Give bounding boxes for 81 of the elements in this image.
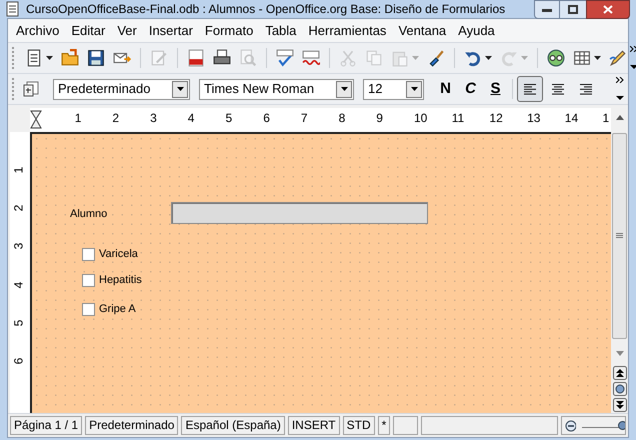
- menu-item[interactable]: Herramientas: [302, 20, 392, 40]
- minimize-button[interactable]: [534, 0, 560, 19]
- overflow-icon[interactable]: [630, 46, 636, 70]
- ruler-number: 8: [338, 111, 346, 125]
- undo-icon[interactable]: [464, 49, 482, 67]
- align-left-icon[interactable]: [517, 76, 543, 102]
- indent-marker-icon[interactable]: [30, 110, 42, 130]
- italic-button[interactable]: C: [458, 77, 483, 101]
- menu-item[interactable]: Editar: [65, 20, 112, 40]
- dropdown-arrow-icon: [410, 87, 418, 91]
- ruler-number: 5: [226, 111, 232, 125]
- document-icon: [6, 1, 20, 17]
- previous-page-icon[interactable]: [612, 366, 626, 380]
- close-icon: [603, 5, 613, 14]
- ruler-number: 3: [150, 111, 157, 125]
- status-field: STD: [342, 416, 375, 435]
- field-label: Alumno: [70, 207, 108, 222]
- font-size-dropdown[interactable]: 12: [363, 78, 424, 100]
- ruler-number: 3: [12, 243, 24, 250]
- status-field: Predeterminado: [85, 416, 178, 435]
- document-icon[interactable]: [25, 49, 43, 67]
- bold-button[interactable]: N: [433, 77, 458, 101]
- dropdown-arrow-icon: [340, 87, 348, 91]
- scroll-down-icon[interactable]: [616, 351, 624, 356]
- ruler-number: 2: [12, 204, 24, 212]
- font-name-dropdown[interactable]: Times New Roman: [199, 78, 354, 100]
- styles-icon[interactable]: [23, 81, 39, 97]
- ruler-number: 11: [452, 111, 464, 125]
- checkbox-label: Hepatitis: [99, 274, 142, 287]
- checkbox[interactable]: [82, 248, 95, 261]
- ruler-number: 1: [74, 111, 82, 125]
- underline-button[interactable]: S: [483, 77, 508, 101]
- table-icon[interactable]: [573, 49, 591, 67]
- student-name-field[interactable]: [171, 202, 428, 224]
- ruler-number: 14: [564, 111, 578, 125]
- menu-item[interactable]: Formato: [198, 20, 260, 40]
- navigation-icon[interactable]: [612, 382, 626, 396]
- menu-item[interactable]: Ver: [111, 20, 143, 40]
- status-field: INSERT: [288, 416, 340, 435]
- checkbox[interactable]: [82, 303, 95, 316]
- dropdown-arrow-icon[interactable]: [594, 56, 601, 60]
- menu-item[interactable]: Tabla: [259, 20, 302, 40]
- dropdown-arrow-icon[interactable]: [485, 56, 492, 60]
- menu-item[interactable]: Ayuda: [452, 20, 501, 40]
- ruler-number: 9: [376, 111, 383, 125]
- ruler-number: 10: [414, 111, 428, 125]
- zoom-out-icon[interactable]: [565, 420, 576, 432]
- ruler-number: 6: [12, 358, 24, 364]
- dropdown-arrow-icon[interactable]: [46, 56, 53, 60]
- close-button[interactable]: [586, 0, 630, 19]
- ruler-number: 5: [12, 319, 24, 326]
- maximize-icon: [568, 5, 578, 14]
- ruler-number: 4: [12, 281, 24, 288]
- checkbox[interactable]: [82, 274, 95, 287]
- menu-item[interactable]: Archivo: [10, 20, 66, 40]
- menu-item[interactable]: Insertar: [142, 20, 199, 40]
- status-field: Página 1 / 1: [10, 416, 82, 435]
- window-title: CursoOpenOfficeBase-Final.odb : Alumnos - OpenOffice.org Base: Diseño de Formularios: [26, 1, 506, 18]
- zoom-slider-thumb[interactable]: [618, 421, 625, 430]
- next-page-icon[interactable]: [612, 398, 626, 412]
- status-field: [393, 416, 418, 435]
- ruler-number: 6: [263, 111, 270, 125]
- checkbox-label: Gripe A: [99, 303, 136, 316]
- status-field: *: [378, 416, 390, 435]
- ruler-number: 4: [188, 111, 194, 125]
- ruler-number: 13: [527, 111, 540, 125]
- ruler-number: 2: [112, 111, 120, 125]
- scroll-up-icon[interactable]: [616, 115, 624, 120]
- scrollbar-thumb[interactable]: [612, 133, 627, 339]
- ruler-number: 12: [489, 111, 503, 125]
- dropdown-arrow-icon: [176, 87, 184, 91]
- status-field: Español (España): [181, 416, 285, 435]
- checkbox-label: Varicela: [99, 248, 138, 261]
- menu-item[interactable]: Ventana: [392, 20, 452, 40]
- ruler-number: 1: [12, 166, 24, 174]
- maximize-button[interactable]: [560, 0, 586, 19]
- ruler-number: 1: [602, 111, 610, 125]
- paragraph-style-dropdown[interactable]: Predeterminado: [53, 78, 190, 100]
- minimize-icon: [542, 8, 552, 12]
- ruler-number: 7: [300, 111, 308, 125]
- overflow-icon[interactable]: [614, 77, 626, 101]
